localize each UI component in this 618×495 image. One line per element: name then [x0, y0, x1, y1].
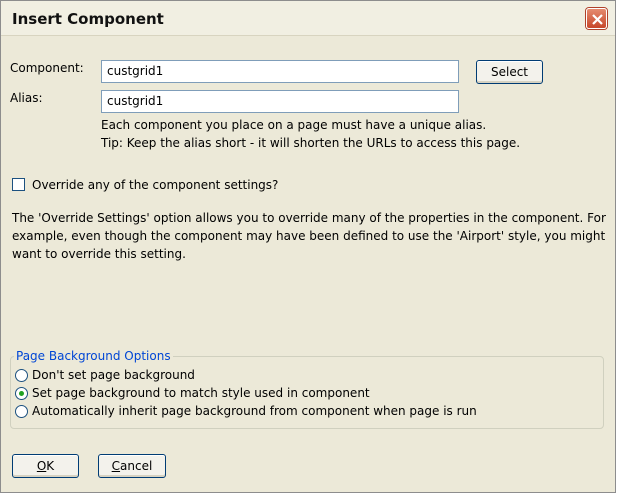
close-icon: [592, 14, 603, 25]
radio-button[interactable]: [15, 405, 28, 418]
insert-component-dialog: Insert Component Component: custgrid1 Se…: [0, 0, 616, 493]
dialog-title: Insert Component: [12, 10, 164, 28]
page-background-options-title: Page Background Options: [14, 349, 173, 363]
ok-accelerator: O: [36, 459, 47, 473]
override-description: The 'Override Settings' option allows yo…: [12, 211, 606, 261]
alias-label: Alias:: [10, 91, 43, 105]
component-field[interactable]: custgrid1: [101, 60, 459, 83]
radio-label: Automatically inherit page background fr…: [32, 404, 477, 418]
radio-selected-dot: [19, 391, 24, 396]
cancel-label-rest: ancel: [120, 459, 153, 473]
radio-button[interactable]: [15, 369, 28, 382]
ok-button[interactable]: OK: [12, 454, 79, 478]
select-button[interactable]: Select: [476, 60, 543, 84]
override-checkbox[interactable]: [12, 178, 25, 191]
alias-field[interactable]: custgrid1: [101, 90, 459, 113]
radio-label: Don't set page background: [32, 368, 195, 382]
component-label: Component:: [10, 61, 84, 75]
close-button[interactable]: [586, 8, 607, 29]
alias-hint: Each component you place on a page must …: [101, 118, 487, 132]
cancel-button[interactable]: Cancel: [98, 454, 166, 478]
radio-button-selected[interactable]: [15, 387, 28, 400]
cancel-accelerator: C: [111, 459, 121, 473]
ok-label-rest: K: [46, 459, 55, 473]
title-bar: Insert Component: [1, 1, 615, 36]
alias-tip: Tip: Keep the alias short - it will shor…: [101, 136, 521, 150]
radio-label: Set page background to match style used …: [32, 386, 370, 400]
override-checkbox-label[interactable]: Override any of the component settings?: [32, 178, 278, 192]
